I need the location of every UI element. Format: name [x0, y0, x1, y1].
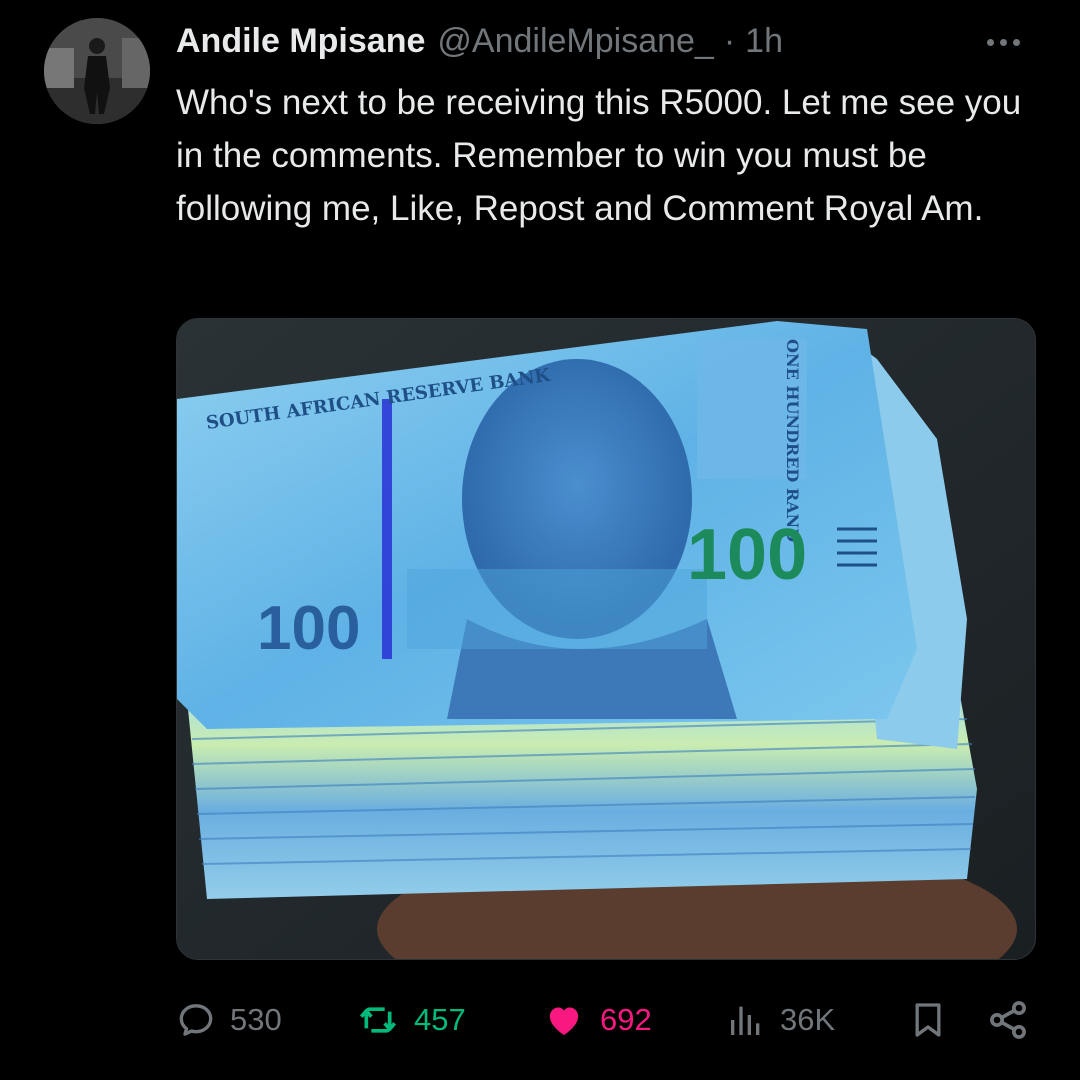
- views-icon: [731, 1006, 760, 1035]
- like-icon: [549, 1007, 579, 1035]
- repost-button[interactable]: 457: [356, 990, 466, 1050]
- like-count: 692: [600, 1002, 652, 1037]
- bookmark-button[interactable]: [908, 990, 948, 1050]
- reply-icon: [179, 1004, 213, 1036]
- share-button[interactable]: [986, 990, 1030, 1050]
- denomination-words-text: ONE HUNDRED RAND: [783, 339, 802, 542]
- separator-dot: ·: [723, 21, 736, 60]
- views-count: 36K: [780, 1002, 836, 1037]
- repost-icon: [359, 1007, 397, 1033]
- denomination-small-text: 100: [257, 594, 360, 663]
- share-icon: [990, 1001, 1026, 1039]
- post-time[interactable]: 1h: [745, 22, 783, 61]
- more-icon[interactable]: [978, 22, 1028, 62]
- author-name[interactable]: Andile Mpisane: [176, 22, 425, 61]
- post-media[interactable]: SOUTH AFRICAN RESERVE BANK ONE HUNDRED R…: [176, 318, 1036, 960]
- author-handle[interactable]: @AndileMpisane_: [437, 22, 713, 61]
- bookmark-icon: [915, 1003, 941, 1037]
- avatar-photo: [44, 18, 150, 124]
- reply-count: 530: [230, 1002, 282, 1037]
- reply-button[interactable]: 530: [176, 990, 282, 1050]
- repost-count: 457: [414, 1002, 466, 1037]
- views-button[interactable]: 36K: [726, 990, 835, 1050]
- avatar[interactable]: [44, 18, 150, 124]
- banknotes-image: SOUTH AFRICAN RESERVE BANK ONE HUNDRED R…: [177, 319, 1035, 959]
- post-text: Who's next to be receiving this R5000. L…: [176, 83, 1022, 228]
- denomination-big-text: 100: [687, 515, 807, 595]
- post-header: Andile Mpisane @AndileMpisane_ · 1h: [176, 18, 1040, 64]
- like-button[interactable]: 692: [542, 990, 652, 1050]
- action-bar: 530 457 692 36K: [0, 990, 1080, 1050]
